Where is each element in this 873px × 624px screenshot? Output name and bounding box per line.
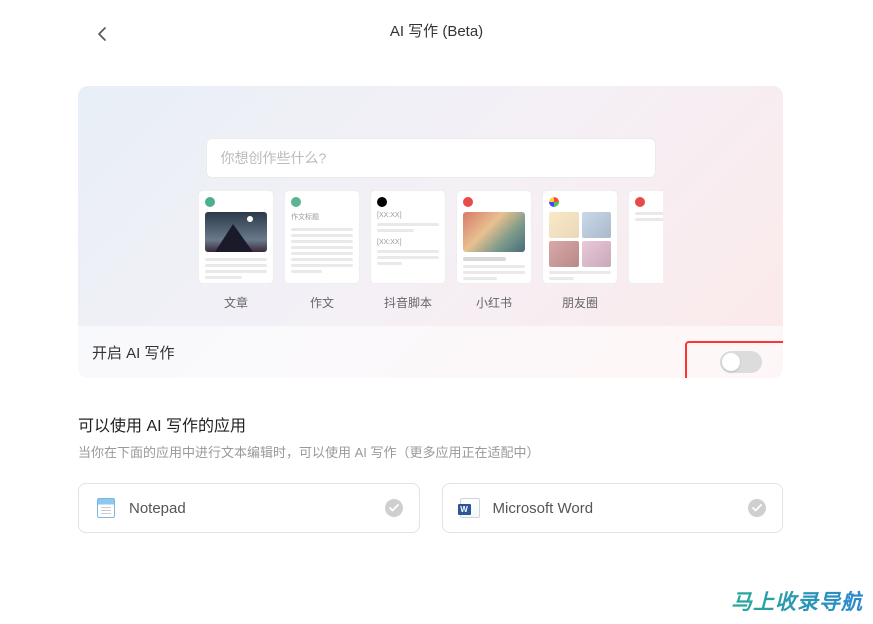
template-item-more: [628, 190, 663, 311]
template-thumb: [628, 190, 663, 284]
app-card-notepad[interactable]: Notepad: [78, 483, 420, 533]
preview-container: 你想创作些什么? 文章 作文标题: [78, 138, 783, 311]
template-label: 文章: [224, 294, 248, 311]
template-item-douyin: [XX:XX] [XX:XX] 抖音脚本: [370, 190, 446, 311]
apps-section-title: 可以使用 AI 写作的应用: [78, 412, 783, 436]
template-thumb: [542, 190, 618, 284]
notepad-icon: [95, 497, 117, 519]
template-label: 抖音脚本: [384, 294, 432, 311]
page-title: AI 写作 (Beta): [390, 20, 483, 41]
template-item-essay: 作文标题 作文: [284, 190, 360, 311]
app-name: Microsoft Word: [493, 500, 737, 517]
template-sublabel: 作文标题: [291, 212, 353, 222]
prompt-input: 你想创作些什么?: [206, 138, 656, 178]
check-icon: [748, 499, 766, 517]
app-name: Notepad: [129, 500, 373, 517]
toggle-knob: [722, 353, 740, 371]
back-button[interactable]: [90, 22, 114, 46]
template-item-article: 文章: [198, 190, 274, 311]
template-item-xiaohongshu: 小红书: [456, 190, 532, 311]
word-icon: W: [459, 497, 481, 519]
ai-writing-toggle[interactable]: [720, 351, 762, 373]
template-item-moments: 朋友圈: [542, 190, 618, 311]
prompt-placeholder: 你想创作些什么?: [221, 148, 327, 168]
watermark: 马上收录导航: [731, 586, 863, 616]
template-label: 小红书: [476, 294, 512, 311]
check-icon: [385, 499, 403, 517]
template-thumb: [198, 190, 274, 284]
template-thumb: [456, 190, 532, 284]
ai-writing-card: 你想创作些什么? 文章 作文标题: [78, 86, 783, 378]
apps-section: 可以使用 AI 写作的应用 当你在下面的应用中进行文本编辑时，可以使用 AI 写…: [78, 412, 783, 533]
template-list: 文章 作文标题 作文 [XX:XX]: [198, 190, 663, 311]
apps-section-desc: 当你在下面的应用中进行文本编辑时，可以使用 AI 写作（更多应用正在适配中）: [78, 442, 783, 461]
toggle-highlight-box: [685, 341, 783, 378]
template-thumb: 作文标题: [284, 190, 360, 284]
toggle-row: 开启 AI 写作: [78, 326, 783, 378]
template-label: 朋友圈: [562, 294, 598, 311]
app-card-word[interactable]: W Microsoft Word: [442, 483, 784, 533]
apps-row: Notepad W Microsoft Word: [78, 483, 783, 533]
template-label: 作文: [310, 294, 334, 311]
ai-writing-toggle-label: 开启 AI 写作: [92, 342, 175, 363]
template-thumb: [XX:XX] [XX:XX]: [370, 190, 446, 284]
